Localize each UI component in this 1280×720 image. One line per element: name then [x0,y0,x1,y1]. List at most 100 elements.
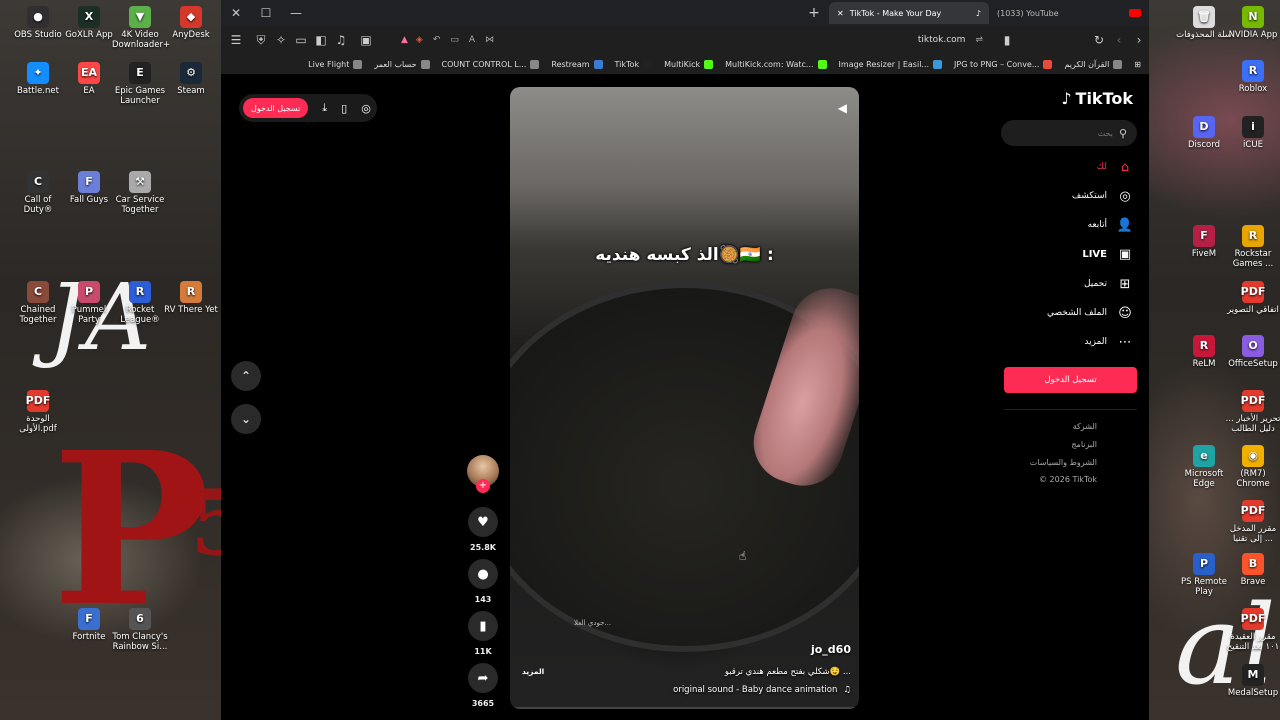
brave-rewards-icon[interactable]: ▲ [401,35,408,45]
desktop-icon[interactable]: F Fall Guys [61,171,117,205]
desktop-icon[interactable]: R Roblox [1225,60,1280,94]
share-icon[interactable]: ➦ [468,663,498,693]
bookmarks-overflow-icon[interactable]: ⊞ [1134,60,1141,69]
desktop-icon[interactable]: F Fortnite [61,608,117,642]
back-icon[interactable]: › [1129,27,1149,53]
minimize-window-button[interactable]: — [281,0,311,26]
compass-icon[interactable]: ◎ [361,102,371,115]
maximize-window-button[interactable]: ☐ [251,0,281,26]
search-input[interactable]: بحث [1098,129,1113,138]
desktop-icon[interactable]: R ReLM [1176,335,1232,369]
bookmark-icon[interactable]: ▮ [995,27,1019,53]
tab-tiktok[interactable]: ✕ TikTok - Make Your Day ♪ [829,2,989,24]
desktop-icon[interactable]: N NVIDIA App [1225,6,1280,40]
video-progress-bar[interactable] [510,707,859,709]
reload-icon[interactable]: ↻ [1089,27,1109,53]
bookmark-item[interactable]: TikTok [615,59,653,69]
desktop-icon[interactable]: EA EA [61,62,117,96]
desktop-icon[interactable]: R Rocket League® [112,281,168,325]
shield-icon[interactable]: ⛨ [251,27,271,53]
bookmark-item[interactable]: Live Flight [308,59,363,69]
desktop-icon[interactable]: PDF مقرر المدخل ... إلى تقنيا [1225,500,1280,544]
author-name[interactable]: jo_d60 [811,643,851,656]
new-tab-button[interactable]: + [799,0,829,26]
footer-program[interactable]: البرنامج [1071,440,1097,449]
brave-shields-icon[interactable]: ◈ [416,35,423,45]
desktop-icon[interactable]: ⚒ Car Service Together [112,171,168,215]
follow-plus-icon[interactable]: + [476,479,490,493]
desktop-icon[interactable]: i iCUE [1225,116,1280,150]
bookmark-item[interactable]: MultiKick.com: Watc... [725,59,827,69]
bookmark-item[interactable]: القرآن الكريم [1064,59,1123,69]
desktop-icon[interactable]: M MedalSetup [1225,664,1280,698]
desktop-icon[interactable]: B Brave [1225,553,1280,587]
menu-icon[interactable]: ☰ [221,27,251,53]
desktop-icon[interactable]: 6 Tom Clancy's Rainbow Si... [112,608,168,652]
next-video-button[interactable]: ⌄ [231,404,261,434]
wallet-icon[interactable]: ▭ [291,27,311,53]
nav-item[interactable]: استكشف ◎ [1072,188,1133,204]
desktop-icon[interactable]: P PS Remote Play [1176,553,1232,597]
bookmark-item[interactable]: COUNT CONTROL L... [442,59,540,69]
nav-item[interactable]: الملف الشخصي ☺ [1047,305,1133,321]
desktop-icon[interactable]: ● OBS Studio [10,6,66,40]
translate-icon[interactable]: A [469,35,475,45]
desktop-icon[interactable]: D Discord [1176,116,1232,150]
footer-terms[interactable]: الشروط والسياسات [1030,458,1097,467]
comment-icon[interactable]: ● [468,559,498,589]
extensions-icon[interactable]: ✧ [271,27,291,53]
mute-icon[interactable]: ◀︎ [838,101,847,115]
nav-item[interactable]: LIVE ▣ [1082,246,1133,262]
forward-icon[interactable]: ‹ [1109,27,1129,53]
sidebar-login-button[interactable]: تسجيل الدخول [1004,367,1137,393]
more-link[interactable]: المزيد [522,667,544,676]
desktop-icon[interactable]: F FiveM [1176,225,1232,259]
tab-search-icon[interactable]: ▣ [351,27,381,53]
desktop-icon[interactable]: PDF مقرر العقيدة ١٠١ بعد التنقيح [1225,608,1280,652]
address-bar[interactable]: tiktok.com [918,35,966,45]
bookmark-item[interactable]: JPG to PNG – Conve... [954,59,1053,69]
screen-icon[interactable]: ▭ [450,35,459,45]
tiktok-logo[interactable]: ♪ TikTok [1061,89,1133,108]
desktop-icon[interactable]: P Pummel Party [61,281,117,325]
bookmark-item[interactable]: Image Resizer | Easil... [839,59,943,69]
download-icon[interactable]: ⤓ [322,101,327,115]
desktop-icon[interactable]: 🗑 سلة المحذوفات [1176,6,1232,40]
desktop-icon[interactable]: ◆ AnyDesk [163,6,219,40]
top-login-button[interactable]: تسجيل الدخول [243,98,309,118]
bookmark-icon[interactable]: ▮ [468,611,498,641]
nav-item[interactable]: تحميل ⊞ [1084,276,1133,292]
vpn-icon[interactable]: ⋈ [485,35,494,45]
device-icon[interactable]: ▯ [341,102,347,115]
sidebar-icon[interactable]: ◧ [311,27,331,53]
desktop-icon[interactable]: PDF اتفاقي التصوير [1225,281,1280,315]
search-box[interactable]: بحث ⚲ [1001,120,1137,146]
desktop-icon[interactable]: PDF الوحدة الأولى.pdf [10,390,66,434]
desktop-icon[interactable]: X GoXLR App [61,6,117,40]
heart-icon[interactable]: ♥ [468,507,498,537]
previous-video-button[interactable]: ⌃ [231,361,261,391]
close-tab-icon[interactable]: ✕ [837,9,844,18]
desktop-icon[interactable]: O OfficeSetup [1225,335,1280,369]
nav-item[interactable]: المزيد ⋯ [1084,334,1133,350]
video-player[interactable]: ◀︎ الذ كبسه هنديه🥘🇮🇳 : جودي العلا... jo_… [510,87,859,709]
nav-item[interactable]: لك ⌂ [1097,159,1133,175]
tab-youtube[interactable]: (1033) YouTube [989,2,1149,24]
desktop-icon[interactable]: ◉ (RM7) Chrome [1225,445,1280,489]
desktop-icon[interactable]: ⚙ Steam [163,62,219,96]
desktop-icon[interactable]: R RV There Yet [163,281,219,315]
desktop-icon[interactable]: e Microsoft Edge [1176,445,1232,489]
close-window-button[interactable]: ✕ [221,0,251,26]
sound-row[interactable]: original sound - Baby dance animation ♫ [673,685,851,695]
desktop-icon[interactable]: PDF تحرير الأخبار ... دليل الطالب [1225,390,1280,434]
desktop-icon[interactable]: E Epic Games Launcher [112,62,168,106]
bookmark-item[interactable]: Restream [551,59,603,69]
desktop-icon[interactable]: C Chained Together [10,281,66,325]
reload-left-icon[interactable]: ↶ [433,35,441,45]
bookmark-item[interactable]: حساب العمر [374,59,430,69]
desktop-icon[interactable]: C Call of Duty® [10,171,66,215]
desktop-icon[interactable]: ✦ Battle.net [10,62,66,96]
nav-item[interactable]: أتابعه 👤 [1088,217,1134,233]
bookmark-item[interactable]: MultiKick [664,59,714,69]
footer-company[interactable]: الشركة [1073,422,1097,431]
